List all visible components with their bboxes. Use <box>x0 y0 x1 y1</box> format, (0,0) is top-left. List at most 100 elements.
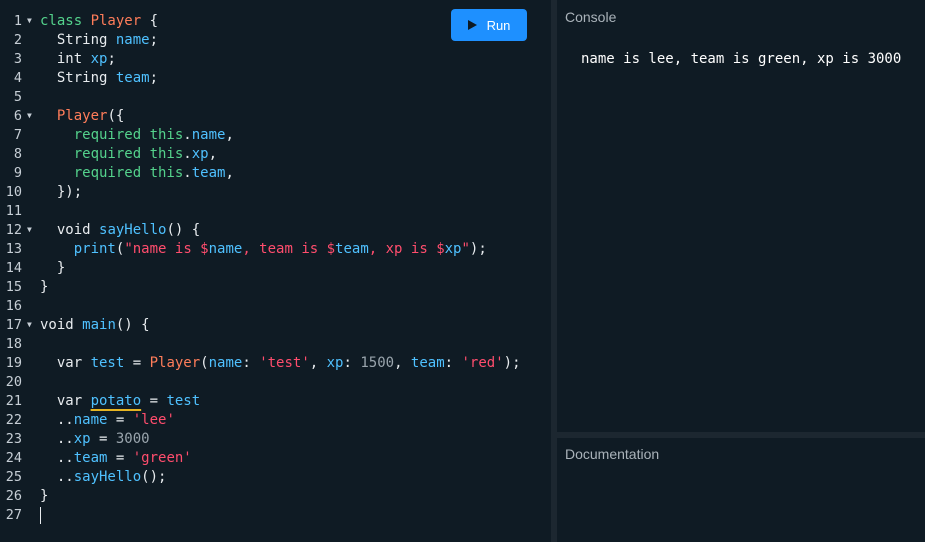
code-text: }); <box>40 183 82 202</box>
code-token: .. <box>40 469 74 485</box>
line-number: 16 <box>5 298 22 314</box>
line-number: 12 <box>5 222 22 238</box>
console-panel: Console name is lee, team is green, xp i… <box>557 0 925 432</box>
code-line[interactable]: 21 var potato = test <box>0 392 551 411</box>
code-line[interactable]: 19 var test = Player(name: 'test', xp: 1… <box>0 354 551 373</box>
code-text: } <box>40 259 65 278</box>
code-text: ..sayHello(); <box>40 468 167 487</box>
code-line[interactable]: 15} <box>0 278 551 297</box>
code-line[interactable]: 9 required this.team, <box>0 164 551 183</box>
line-number: 23 <box>5 431 22 447</box>
code-text: class Player { <box>40 12 158 31</box>
line-number: 5 <box>13 89 22 105</box>
code-token: xp <box>191 146 209 162</box>
code-line[interactable]: 17 ▼ void main() { <box>0 316 551 335</box>
code-line[interactable]: 12 ▼ void sayHello() { <box>0 221 551 240</box>
code-token: (); <box>141 469 167 485</box>
code-editor[interactable]: 1 ▼ class Player {2 String name; 3 int xp; 4… <box>0 0 551 542</box>
code-token: sayHello <box>99 222 167 238</box>
code-line[interactable]: 3 int xp; <box>0 50 551 69</box>
code-token: = <box>107 450 133 466</box>
code-token: void <box>40 222 100 238</box>
code-token: xp <box>73 431 91 447</box>
code-line[interactable]: 10 }); <box>0 183 551 202</box>
code-token: team <box>73 450 108 466</box>
line-number: 1 <box>13 13 22 29</box>
code-text: required this.team, <box>40 164 234 183</box>
code-line[interactable]: 26} <box>0 487 551 506</box>
code-token: xp <box>444 241 462 257</box>
code-token: : <box>242 355 260 371</box>
code-text: ..team = 'green' <box>40 449 192 468</box>
code-token: required this <box>73 146 184 162</box>
code-token: .. <box>40 431 74 447</box>
code-token: ; <box>149 32 159 48</box>
code-token: void <box>40 317 83 333</box>
code-text: } <box>40 487 48 506</box>
code-token: , <box>309 355 327 371</box>
fold-arrow-icon[interactable]: ▼ <box>27 12 32 29</box>
code-line[interactable]: 22 ..name = 'lee' <box>0 411 551 430</box>
code-token: team <box>410 355 445 371</box>
code-token: . <box>183 127 192 143</box>
code-line[interactable]: 11 <box>0 202 551 221</box>
code-token: } <box>40 260 66 276</box>
code-text: Player({ <box>40 107 124 126</box>
code-line[interactable]: 6 ▼ Player({ <box>0 107 551 126</box>
code-line[interactable]: 18 <box>0 335 551 354</box>
documentation-panel: Documentation <box>557 438 925 542</box>
text-cursor <box>40 507 41 524</box>
code-token: Player <box>90 13 142 29</box>
line-number: 19 <box>5 355 22 371</box>
code-line[interactable]: 16 <box>0 297 551 316</box>
code-token: : <box>343 355 361 371</box>
line-number: 9 <box>13 165 22 181</box>
code-line[interactable]: 24 ..team = 'green' <box>0 449 551 468</box>
code-line[interactable]: 4 String team; <box>0 69 551 88</box>
code-line[interactable]: 8 required this.xp, <box>0 145 551 164</box>
code-token: } <box>40 488 49 504</box>
run-button[interactable]: Run <box>451 9 527 41</box>
code-token: name <box>115 32 150 48</box>
code-line[interactable]: 25 ..sayHello(); <box>0 468 551 487</box>
code-token: required this <box>73 127 184 143</box>
code-line[interactable]: 5 <box>0 88 551 107</box>
code-text: var potato = test <box>40 392 200 411</box>
line-number: 20 <box>5 374 22 390</box>
code-token: print <box>73 241 116 257</box>
code-line[interactable]: 23 ..xp = 3000 <box>0 430 551 449</box>
code-token: , <box>208 146 218 162</box>
code-token: " <box>461 241 470 257</box>
code-token: potato <box>90 393 142 409</box>
code-text: print("name is $name, team is $team, xp … <box>40 240 487 259</box>
line-number: 27 <box>5 507 22 523</box>
fold-arrow-icon[interactable]: ▼ <box>27 316 32 333</box>
fold-arrow-icon[interactable]: ▼ <box>27 221 32 238</box>
code-token: ); <box>503 355 521 371</box>
code-token: 'test' <box>259 355 310 371</box>
code-line[interactable]: 7 required this.name, <box>0 126 551 145</box>
fold-arrow-icon[interactable]: ▼ <box>27 107 32 124</box>
code-line[interactable]: 14 } <box>0 259 551 278</box>
code-token: xp <box>326 355 344 371</box>
line-number: 15 <box>5 279 22 295</box>
code-token: test <box>166 393 201 409</box>
code-area[interactable]: 1 ▼ class Player {2 String name; 3 int xp; 4… <box>0 12 551 525</box>
code-token: var <box>40 355 91 371</box>
code-line[interactable]: 13 print("name is $name, team is $team, … <box>0 240 551 259</box>
line-number: 2 <box>13 32 22 48</box>
line-number: 18 <box>5 336 22 352</box>
code-token: name <box>208 241 243 257</box>
code-token: name <box>191 127 226 143</box>
code-token: () { <box>166 222 201 238</box>
code-text: } <box>40 278 48 297</box>
code-line[interactable]: 20 <box>0 373 551 392</box>
code-text: ..name = 'lee' <box>40 411 175 430</box>
code-line[interactable]: 27 <box>0 506 551 525</box>
line-number: 10 <box>5 184 22 200</box>
line-number: 21 <box>5 393 22 409</box>
